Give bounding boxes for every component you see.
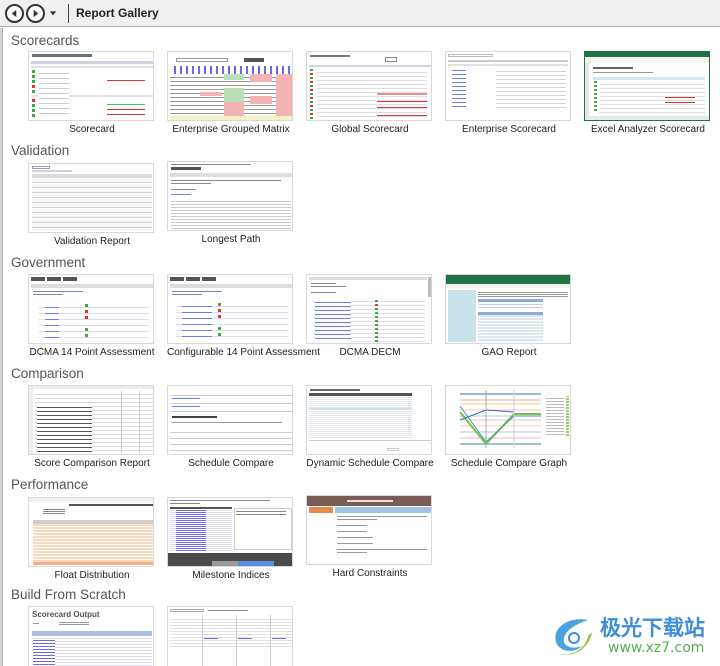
gallery-item-gao-report[interactable]: GAO Report [445, 274, 573, 358]
gallery-item-label: Float Distribution [54, 570, 130, 581]
gallery-item-milestone-indices[interactable]: Milestone Indices [167, 497, 295, 581]
thumbnail-enterprise-grouped-matrix [167, 51, 293, 121]
gallery-item-label: Enterprise Grouped Matrix [172, 124, 290, 135]
gallery-item-blank-scorecard[interactable] [167, 606, 295, 666]
gallery-item-label: Milestone Indices [192, 570, 270, 581]
gallery-item-validation-report[interactable]: Validation Report [28, 163, 156, 247]
thumbnail-dcma-14-point-assessment [28, 274, 154, 344]
section-title-validation: Validation [11, 143, 70, 158]
toolbar-separator [68, 3, 69, 23]
thumbnail-schedule-compare-graph [445, 385, 571, 455]
thumbnail-float-distribution [28, 497, 154, 567]
section-title-government: Government [11, 255, 86, 270]
section-title-scorecards: Scorecards [11, 33, 80, 48]
gallery-item-hard-constraints[interactable]: Hard Constraints [306, 495, 434, 579]
thumbnail-configurable-14-point-assessment [167, 274, 293, 344]
gallery-item-scorecard-output[interactable]: Scorecard Output [28, 606, 156, 666]
back-arrow-icon [11, 9, 17, 17]
gallery-item-enterprise-grouped-matrix[interactable]: Enterprise Grouped Matrix [167, 51, 295, 135]
thumbnail-blank-scorecard [167, 606, 293, 666]
thumbnail-scorecard [28, 51, 154, 121]
gallery-item-label: Scorecard [69, 124, 115, 135]
report-gallery-window: Report Gallery Scorecards Scorecard Ente… [0, 0, 720, 666]
watermark-text: 极光下载站 [600, 616, 705, 640]
thumbnail-score-comparison-report [28, 385, 154, 455]
forward-button[interactable] [26, 3, 45, 23]
gallery-item-label: Dynamic Schedule Compare [306, 458, 434, 469]
gallery-item-global-scorecard[interactable]: Global Scorecard [306, 51, 434, 135]
history-dropdown-button[interactable] [48, 8, 58, 18]
gallery-item-configurable-14-point-assessment[interactable]: Configurable 14 Point Assessment [167, 274, 320, 358]
gallery-item-label: Excel Analyzer Scorecard [591, 124, 705, 135]
gallery-item-dcma-14-point-assessment[interactable]: DCMA 14 Point Assessment [28, 274, 156, 358]
watermark-logo-icon [555, 619, 592, 655]
thumbnail-hard-constraints [306, 495, 432, 565]
forward-arrow-icon [33, 9, 39, 17]
thumbnail-scorecard-output: Scorecard Output [28, 606, 154, 666]
gallery-item-label: Validation Report [54, 236, 130, 247]
thumbnail-title: Scorecard Output [32, 610, 100, 619]
gallery-item-label: Schedule Compare [188, 458, 274, 469]
gallery-item-label: Enterprise Scorecard [462, 124, 556, 135]
page-title: Report Gallery [76, 6, 159, 20]
gallery-item-label: Longest Path [201, 234, 261, 245]
gallery-content: Scorecards Scorecard Enterprise Grouped … [4, 28, 720, 666]
watermark-url: www.xz7.com [608, 640, 705, 656]
gallery-item-score-comparison-report[interactable]: Score Comparison Report [28, 385, 156, 469]
gallery-item-scorecard[interactable]: Scorecard [28, 51, 156, 135]
left-splitter[interactable] [0, 28, 3, 666]
schedule-compare-graph-thumbnail-svg [446, 386, 570, 454]
gallery-item-label: Global Scorecard [331, 124, 409, 135]
thumbnail-gao-report [445, 274, 571, 344]
thumbnail-validation-report [28, 163, 154, 233]
gallery-item-label: GAO Report [481, 347, 537, 358]
section-title-comparison: Comparison [11, 366, 84, 381]
gallery-item-dynamic-schedule-compare[interactable]: Dynamic Schedule Compare [306, 385, 434, 469]
thumbnail-milestone-indices [167, 497, 293, 567]
gallery-item-schedule-compare-graph[interactable]: Schedule Compare Graph [445, 385, 573, 469]
thumbnail-dynamic-schedule-compare [306, 385, 432, 455]
watermark: 极光下载站 www.xz7.com [548, 610, 718, 660]
gallery-item-label: Score Comparison Report [34, 458, 150, 469]
gallery-item-label: DCMA 14 Point Assessment [29, 347, 155, 358]
chevron-down-icon [49, 11, 57, 16]
section-title-build-from-scratch: Build From Scratch [11, 587, 126, 602]
section-title-performance: Performance [11, 477, 89, 492]
gallery-item-enterprise-scorecard[interactable]: Enterprise Scorecard [445, 51, 573, 135]
gallery-item-longest-path[interactable]: Longest Path [167, 161, 295, 245]
gallery-item-excel-analyzer-scorecard[interactable]: Excel Analyzer Scorecard [584, 51, 712, 135]
gallery-item-label: Schedule Compare Graph [450, 458, 568, 469]
gallery-item-label: Hard Constraints [332, 568, 408, 579]
gallery-item-dcma-decm[interactable]: DCMA DECM [306, 274, 434, 358]
gallery-item-schedule-compare[interactable]: Schedule Compare [167, 385, 295, 469]
thumbnail-excel-analyzer-scorecard [584, 51, 710, 121]
gallery-item-float-distribution[interactable]: Float Distribution [28, 497, 156, 581]
toolbar: Report Gallery [0, 0, 720, 27]
thumbnail-longest-path [167, 161, 293, 231]
gallery-item-label: Configurable 14 Point Assessment [167, 347, 320, 358]
thumbnail-global-scorecard [306, 51, 432, 121]
thumbnail-dcma-decm [306, 274, 432, 344]
back-button[interactable] [5, 3, 24, 23]
thumbnail-schedule-compare [167, 385, 293, 455]
gallery-item-label: DCMA DECM [339, 347, 401, 358]
thumbnail-enterprise-scorecard [445, 51, 571, 121]
